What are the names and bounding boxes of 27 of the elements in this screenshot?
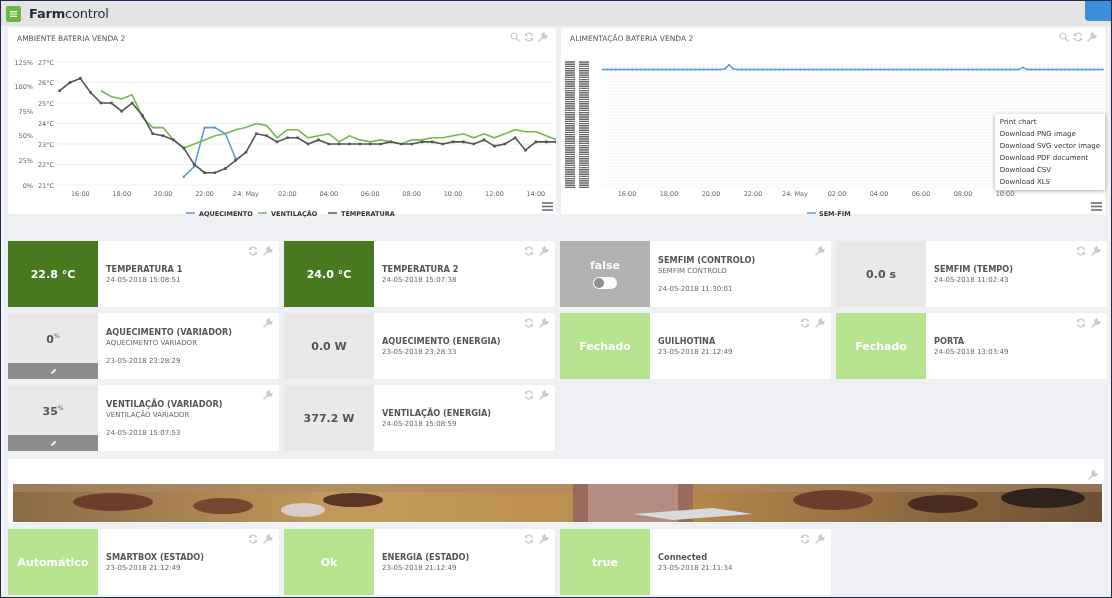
- value-text: Ok: [320, 555, 338, 569]
- tile-title: SMARTBOX (ESTADO): [106, 552, 205, 562]
- tile-title: TEMPERATURA 1: [106, 264, 184, 274]
- value-text: 0.0 s: [866, 267, 896, 281]
- tile-title: SEMFIM (TEMPO): [934, 264, 1015, 274]
- tile-title: SEMFIM (CONTROLO): [658, 255, 757, 265]
- value-text: 0.0 W: [311, 339, 347, 353]
- value-text: Fechado: [855, 339, 907, 353]
- value-text: 24.0 °C: [306, 267, 352, 281]
- value-text: true: [592, 555, 618, 569]
- tile-title: VENTILAÇÃO (VARIADOR): [106, 399, 224, 409]
- value-text: 35$^{%}$: [42, 404, 64, 418]
- value-text: false: [590, 259, 620, 272]
- tile-title: AQUECIMENTO (VARIADOR): [106, 327, 233, 337]
- value-text: 377.2 W: [303, 411, 355, 425]
- value-text: Automático: [17, 555, 89, 569]
- tile-title: PORTA: [934, 336, 966, 346]
- value-text: Fechado: [579, 339, 631, 353]
- value-text: 0$^{%}$: [46, 332, 60, 346]
- app-logo: Farmcontrol: [29, 6, 109, 21]
- value-text: 22.8 °C: [30, 267, 76, 281]
- tile-title: TEMPERATURA 2: [382, 264, 460, 274]
- tile-title: Connected: [658, 552, 709, 562]
- tile-title: ENERGIA (ESTADO): [382, 552, 471, 562]
- tile-title: GUILHOTINA: [658, 336, 717, 346]
- tile-title: AQUECIMENTO (ENERGIA): [382, 336, 502, 346]
- tile-title: VENTILAÇÃO (ENERGIA): [382, 408, 493, 418]
